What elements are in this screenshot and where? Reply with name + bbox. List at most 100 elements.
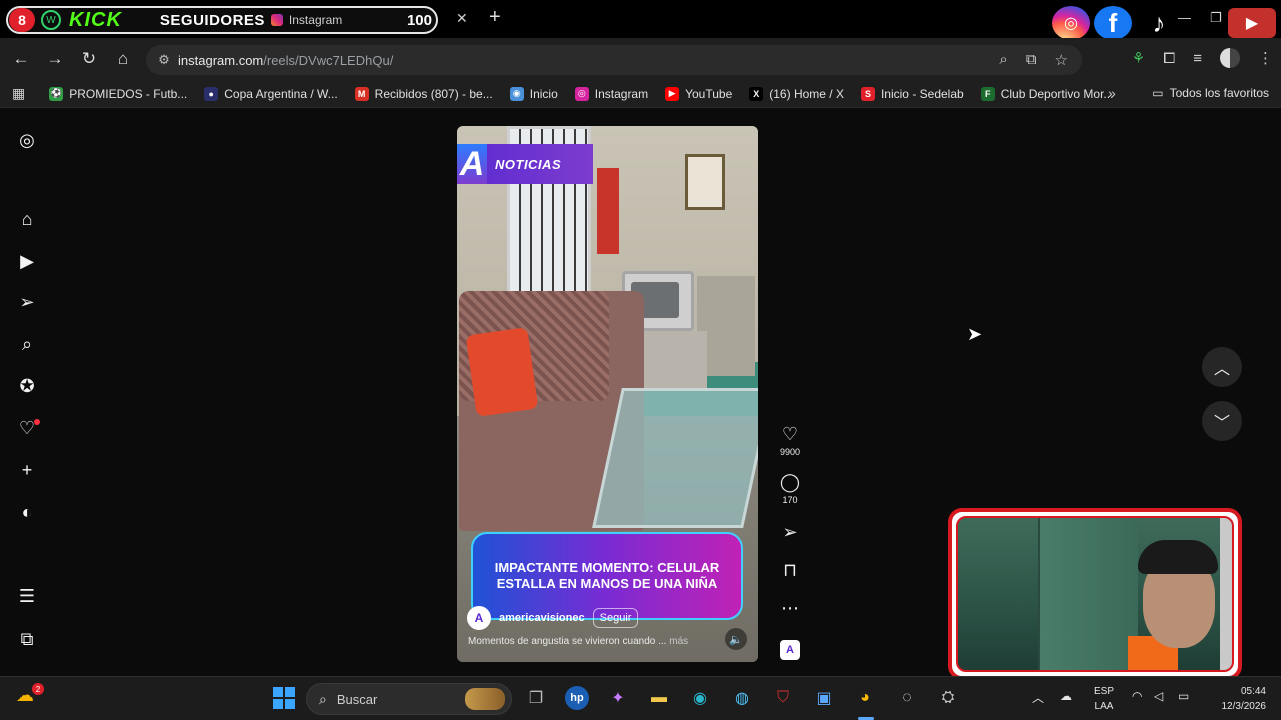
bookmark-label: Inicio (529, 86, 558, 101)
onedrive-cloud-icon[interactable]: ☁ (1060, 689, 1072, 703)
previous-reel-button[interactable]: ︿ (1202, 347, 1242, 387)
audio-thumbnail[interactable]: A (780, 640, 800, 660)
extension-icon[interactable]: ⚘ (1132, 49, 1145, 67)
video-scene-portrait (685, 154, 725, 210)
bookmark-item[interactable]: M Recibidos (807) - be... (354, 86, 493, 101)
bookmark-label: Inicio - Sedelab (880, 86, 964, 101)
more-menu-icon[interactable]: ☰ (17, 586, 37, 606)
share-button[interactable]: ➢ (772, 522, 808, 543)
back-arrow-icon[interactable]: ← (4, 49, 38, 69)
reload-icon[interactable]: ↻ (72, 49, 106, 69)
instagram-icon: ◎ (574, 86, 589, 101)
caption-more-link[interactable]: más (669, 636, 688, 647)
wifi-icon[interactable]: ◠ (1132, 689, 1142, 703)
obs-icon[interactable]: ◌ (895, 686, 919, 710)
like-count: 9900 (779, 447, 801, 457)
bookmark-item[interactable]: ⚽ PROMIEDOS - Futb... (49, 86, 188, 101)
zoom-icon[interactable]: ⌕ (999, 51, 1007, 69)
bookmark-icon: ⊓ (782, 560, 798, 580)
profile-avatar[interactable] (1220, 48, 1240, 68)
profile-avatar-icon[interactable]: ◐ (17, 502, 37, 522)
tab-close-button[interactable]: ✕ (456, 10, 468, 27)
bookmark-label: Instagram (594, 86, 649, 101)
edge-browser-icon[interactable]: ◉ (688, 686, 712, 710)
mcafee-shield-icon[interactable]: ⛉ (771, 686, 795, 710)
bookmark-item[interactable]: X (16) Home / X (749, 86, 844, 101)
more-options-button[interactable]: ⋯ (772, 598, 808, 619)
bookmark-label: Club Deportivo Mor... (1000, 86, 1114, 101)
reels-icon[interactable]: ▶ (17, 251, 37, 271)
comment-count: 170 (782, 495, 798, 505)
next-reel-button[interactable]: ﹀ (1202, 401, 1242, 441)
bookmark-item[interactable]: S Inicio - Sedelab (860, 86, 964, 101)
comment-bubble-icon: ◯ (779, 472, 801, 492)
explore-compass-icon[interactable]: ✪ (17, 376, 37, 396)
system-clock[interactable]: 05:44 12/3/2026 (1210, 684, 1267, 714)
file-explorer-icon[interactable]: ▬ (647, 686, 671, 710)
copilot-icon[interactable]: ✦ (606, 686, 630, 710)
media-control-icon[interactable]: ≡ (1193, 50, 1202, 67)
like-button[interactable]: ♡ 9900 (772, 424, 808, 457)
bookmark-item[interactable]: ◉ Inicio (509, 86, 558, 101)
app-tool-icon[interactable]: ⛭ (936, 686, 960, 710)
reel-video[interactable]: A NOTICIAS IMPACTANTE MOMENTO: CELULAR E… (457, 126, 758, 662)
minimize-button[interactable]: — (1178, 10, 1191, 25)
mute-speaker-icon[interactable]: 🔈 (725, 628, 747, 650)
threads-apps-icon[interactable]: ⧉ (17, 629, 37, 649)
bookmark-label: YouTube (685, 86, 733, 101)
taskbar-search[interactable]: ⌕ Buscar (306, 683, 512, 715)
apps-grid-icon[interactable]: ▦ (12, 85, 25, 102)
messages-icon[interactable]: ➢ (17, 292, 37, 312)
mouse-cursor-icon: ➤ (967, 324, 983, 344)
new-tab-button[interactable]: + (489, 6, 501, 29)
home-icon[interactable]: ⌂ (17, 209, 37, 229)
volume-icon[interactable]: ◁ (1154, 689, 1163, 703)
language-indicator[interactable]: ESP LAA (1094, 684, 1114, 714)
search-placeholder: Buscar (336, 691, 378, 707)
hp-app-icon[interactable]: hp (565, 686, 589, 710)
app-globe-icon[interactable]: ◍ (730, 686, 754, 710)
author-avatar[interactable]: A (467, 606, 491, 630)
install-app-icon[interactable]: ⧉ (1026, 51, 1037, 69)
task-view-icon[interactable]: ❐ (524, 686, 548, 710)
battery-icon[interactable]: ▭ (1178, 689, 1189, 703)
extensions-puzzle-icon[interactable]: ⧠ (1163, 50, 1175, 67)
tab-strip: 8 W KICK SEGUIDORES Instagram 100 ✕ + ◎ … (0, 0, 1281, 40)
create-plus-icon[interactable]: + (17, 460, 37, 480)
save-button[interactable]: ⊓ (772, 560, 808, 581)
soccer-icon: ⚽ (49, 86, 64, 101)
address-bar[interactable]: ⚙ instagram.com/reels/DVwc7LEDhQu/ ⌕ ⧉ ☆ (146, 45, 1082, 75)
show-hidden-icons[interactable]: ︿ (1032, 689, 1044, 706)
bookmark-item[interactable]: ◎ Instagram (574, 86, 649, 101)
stream-overlay-banner: 8 W KICK SEGUIDORES Instagram 100 (6, 6, 438, 34)
whatsapp-icon: W (41, 10, 61, 30)
heart-icon: ♡ (781, 424, 799, 444)
forward-arrow-icon[interactable]: → (38, 49, 72, 69)
search-icon[interactable]: ⌕ (17, 334, 37, 354)
bookmark-star-icon[interactable]: ☆ (1055, 51, 1068, 69)
store-icon[interactable]: ▣ (812, 686, 836, 710)
home-icon[interactable]: ⌂ (106, 49, 140, 69)
chrome-icon[interactable]: ◕ (853, 686, 877, 710)
start-button[interactable] (272, 686, 296, 710)
follow-button[interactable]: Seguir (592, 608, 639, 628)
bookmark-label: PROMIEDOS - Futb... (69, 86, 188, 101)
site-settings-icon[interactable]: ⚙ (150, 52, 178, 68)
all-bookmarks[interactable]: ▭ Todos los favoritos (1152, 86, 1269, 100)
bookmarks-overflow-icon[interactable]: » (1108, 85, 1116, 101)
reel-caption[interactable]: Momentos de angustia se vivieron cuando … (468, 636, 718, 647)
author-username[interactable]: americavisionec (499, 612, 585, 624)
comment-button[interactable]: ◯ 170 (772, 472, 808, 505)
instagram-logo-icon[interactable]: ◎ (17, 130, 37, 150)
bookmarks-bar: ▦ ⚽ PROMIEDOS - Futb... ● Copa Argentina / … (0, 80, 1281, 108)
bookmark-item[interactable]: F Club Deportivo Mor... (980, 86, 1114, 101)
tab-instagram[interactable]: Instagram (270, 13, 342, 27)
cup-icon: ● (204, 86, 219, 101)
menu-kebab-icon[interactable]: ⋮ (1258, 49, 1273, 67)
youtube-logo-icon: ▶ (1228, 8, 1276, 38)
sedelab-icon: S (860, 86, 875, 101)
restore-button[interactable]: ❐ (1210, 10, 1222, 26)
bookmark-item[interactable]: ● Copa Argentina / W... (204, 86, 338, 101)
url-text[interactable]: instagram.com/reels/DVwc7LEDhQu/ (178, 53, 393, 68)
bookmark-item[interactable]: ▶ YouTube (665, 86, 733, 101)
